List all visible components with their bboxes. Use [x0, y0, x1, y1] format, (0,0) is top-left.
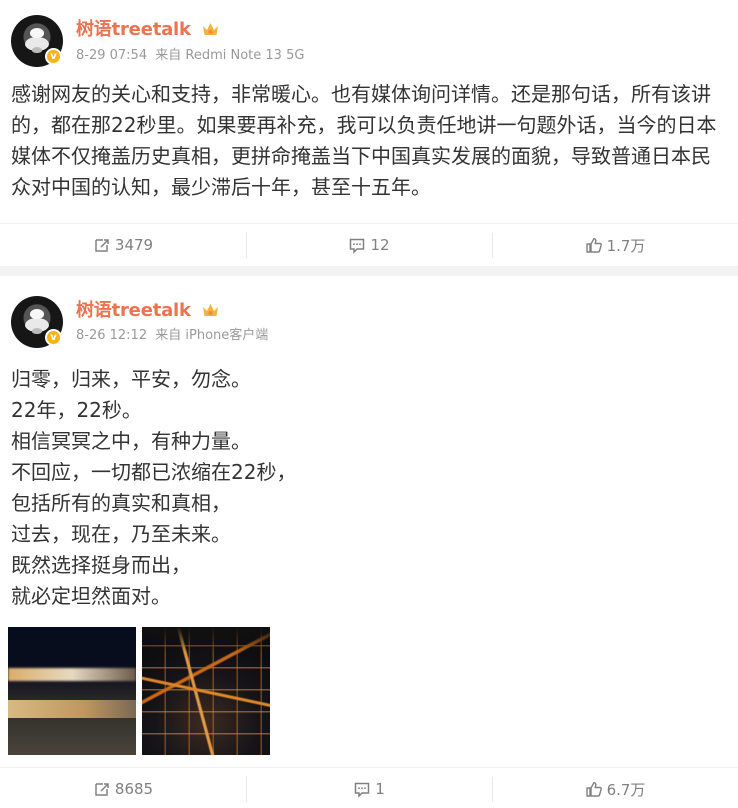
author-name-row[interactable]: 树语treetalk [76, 15, 220, 41]
post-date[interactable]: 8-26 12:12 [76, 328, 147, 343]
like-button[interactable]: 6.7万 [492, 776, 738, 802]
airport-night-photo[interactable] [8, 627, 136, 755]
post-action-bar: 3479 12 1.7万 [0, 223, 738, 266]
post-text-line: 22年，22秒。 [11, 398, 142, 422]
user-avatar[interactable]: v [11, 15, 63, 67]
comment-button[interactable]: 1 [246, 776, 492, 802]
post-text-line: 过去，现在，乃至未来。 [11, 522, 231, 546]
user-avatar[interactable]: v [11, 296, 63, 348]
post-text: 归零，归来，平安，勿念。 22年，22秒。 相信冥冥之中，有种力量。 不回应，一… [11, 364, 724, 612]
author-name[interactable]: 树语treetalk [76, 19, 191, 40]
post-source: 来自 iPhone客户端 [155, 328, 269, 343]
like-icon [585, 237, 602, 253]
crown-icon [202, 304, 218, 316]
like-icon [585, 781, 602, 797]
comment-button[interactable]: 12 [246, 232, 492, 258]
post-text-line: 归零，归来，平安，勿念。 [11, 367, 251, 391]
post-text-line: 既然选择挺身而出， [11, 553, 191, 577]
like-count: 1.7万 [606, 236, 646, 255]
post-date[interactable]: 8-29 07:54 [76, 48, 147, 63]
post-meta: 8-26 12:12 来自 iPhone客户端 [76, 324, 272, 343]
post-source: 来自 Redmi Note 13 5G [155, 48, 305, 63]
repost-icon [95, 783, 109, 796]
post-meta: 8-29 07:54 来自 Redmi Note 13 5G [76, 44, 308, 63]
author-name-row[interactable]: 树语treetalk [76, 296, 220, 322]
comment-count: 1 [375, 780, 385, 798]
post-text-line: 包括所有的真实和真相， [11, 491, 231, 515]
post-text-line: 不回应，一切都已浓缩在22秒， [11, 460, 297, 484]
city-lights-aerial-photo[interactable] [142, 627, 270, 755]
repost-count: 3479 [114, 236, 154, 254]
post-separator [0, 266, 738, 276]
crown-icon [202, 23, 218, 35]
comment-count: 12 [370, 236, 390, 254]
like-button[interactable]: 1.7万 [492, 232, 738, 258]
like-count: 6.7万 [606, 780, 646, 799]
comment-icon [354, 782, 370, 798]
weibo-post-card: v 树语treetalk 8-29 07:54 来自 Redmi Note 13… [0, 0, 738, 266]
post-text-line: 就必定坦然面对。 [11, 584, 171, 608]
verified-badge-icon: v [45, 329, 62, 346]
weibo-post-card: v 树语treetalk 8-26 12:12 来自 iPhone客户端 归零，… [0, 276, 738, 808]
repost-icon [95, 239, 109, 252]
verified-badge-icon: v [45, 48, 62, 65]
repost-count: 8685 [114, 780, 154, 798]
repost-button[interactable]: 3479 [0, 233, 246, 258]
comment-icon [350, 238, 365, 254]
repost-button[interactable]: 8685 [0, 777, 246, 802]
post-text: 感谢网友的关心和支持，非常暖心。也有媒体询问详情。还是那句话，所有该讲的，都在那… [11, 82, 717, 199]
author-name[interactable]: 树语treetalk [76, 300, 191, 321]
post-image-grid [8, 627, 270, 755]
post-text-line: 相信冥冥之中，有种力量。 [11, 429, 251, 453]
post-action-bar: 8685 1 6.7万 [0, 767, 738, 808]
